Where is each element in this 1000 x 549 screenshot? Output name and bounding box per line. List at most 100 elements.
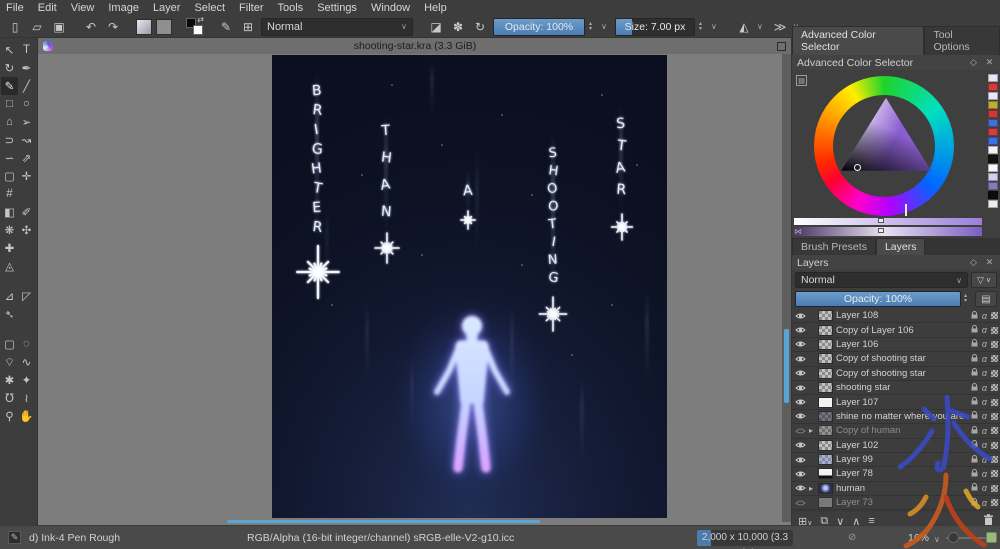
choose-brush-preset-icon[interactable]: ⊞ (239, 18, 257, 36)
pin-tool[interactable]: ➴ (1, 305, 18, 323)
canvas-vertical-scrollbar[interactable] (782, 54, 791, 522)
alpha-inherit-icon[interactable]: α (982, 397, 987, 407)
lock-icon[interactable] (971, 324, 978, 336)
text-tool[interactable]: T (18, 41, 35, 59)
alpha-lock-icon[interactable] (991, 470, 998, 477)
layer-thumbnail[interactable] (818, 310, 833, 321)
color-selector-settings-icon[interactable]: ▤ (796, 75, 807, 86)
redo-icon[interactable]: ↷ (104, 18, 122, 36)
color-history-swatch[interactable] (988, 83, 998, 91)
alpha-inherit-icon[interactable]: α (982, 354, 987, 364)
layer-thumbnail[interactable] (818, 497, 833, 508)
rect-select-tool[interactable]: ▢ (1, 335, 18, 353)
chevron-down-icon[interactable]: ∨ (757, 22, 767, 31)
layer-thumbnail[interactable] (818, 353, 833, 364)
alpha-inherit-icon[interactable]: α (982, 455, 987, 465)
float-docker-icon[interactable]: ◇ (968, 57, 979, 68)
layer-name[interactable]: Layer 107 (836, 397, 968, 408)
menu-help[interactable]: Help (424, 2, 447, 14)
freehand-select-tool[interactable]: ∿ (18, 353, 35, 371)
layer-name[interactable]: Copy of human (836, 425, 968, 436)
group-expand-icon[interactable]: ▸ (809, 484, 815, 493)
pattern-chooser[interactable] (156, 19, 172, 35)
menu-edit[interactable]: Edit (38, 2, 57, 14)
reload-original-icon[interactable]: ↻ (471, 18, 489, 36)
layer-row[interactable]: Layer 73α (792, 496, 1000, 510)
layer-name[interactable]: shine no matter where you are (836, 411, 968, 422)
close-docker-icon[interactable]: ✕ (984, 57, 995, 68)
layer-name[interactable]: human (836, 483, 968, 494)
layer-row[interactable]: Copy of Layer 106 α (792, 323, 1000, 337)
lock-icon[interactable] (971, 468, 978, 480)
menu-view[interactable]: View (71, 2, 95, 14)
layer-name[interactable]: Layer 108 (836, 310, 968, 321)
alpha-inherit-icon[interactable]: α (982, 440, 987, 450)
color-history-swatch[interactable] (988, 146, 998, 154)
ellipse-select-tool[interactable]: ◌ (18, 335, 35, 353)
layer-visibility-eye-icon[interactable] (794, 427, 806, 435)
freehand-brush-tool[interactable]: ✎ (1, 77, 18, 95)
alpha-lock-icon[interactable] (991, 355, 998, 362)
multibrush-tool[interactable]: ⇗ (18, 149, 35, 167)
rectangle-tool[interactable]: □ (1, 95, 18, 113)
brush-size-slider[interactable]: Size: 7.00 px (615, 18, 695, 36)
chevron-down-icon[interactable]: ∨ (934, 535, 940, 544)
polygon-tool[interactable]: ⌂ (1, 113, 18, 131)
layer-visibility-eye-icon[interactable] (794, 312, 806, 320)
shade-marker-top[interactable] (878, 218, 884, 223)
canvas-vertical-scrollbar-thumb[interactable] (784, 329, 789, 403)
alpha-lock-icon[interactable] (991, 399, 998, 406)
menu-layer[interactable]: Layer (153, 2, 181, 14)
layer-row[interactable]: Layer 78α (792, 467, 1000, 481)
alpha-lock-icon[interactable] (991, 499, 998, 506)
color-cursor[interactable] (854, 164, 861, 171)
hue-marker[interactable] (905, 204, 907, 216)
color-history-swatch[interactable] (988, 101, 998, 109)
alpha-inherit-icon[interactable]: α (982, 325, 987, 335)
polygon-select-tool[interactable]: ⌔ (1, 353, 18, 371)
layer-name[interactable]: Copy of shooting star (836, 353, 968, 364)
zoom-level[interactable]: 16% (908, 532, 929, 544)
layer-properties-button[interactable]: ▤ (975, 291, 997, 307)
color-history-swatch[interactable] (988, 173, 998, 181)
crop-tool[interactable]: # (1, 185, 18, 203)
layer-row[interactable]: shine no matter where you are α (792, 410, 1000, 424)
undo-icon[interactable]: ↶ (82, 18, 100, 36)
alpha-inherit-icon[interactable]: α (982, 411, 987, 421)
lock-icon[interactable] (971, 310, 978, 322)
alpha-lock-icon[interactable] (991, 370, 998, 377)
layer-row[interactable]: ▸ Copy of human α (792, 424, 1000, 438)
contiguous-select-tool[interactable]: ✦ (18, 371, 35, 389)
zoom-slider-handle[interactable] (948, 532, 959, 543)
menu-filter[interactable]: Filter (239, 2, 263, 14)
current-brush-icon[interactable]: ✎ (8, 531, 21, 544)
calligraphy-tool[interactable]: ✒ (18, 59, 35, 77)
alpha-inherit-icon[interactable]: α (982, 311, 987, 321)
tab-advanced-color-selector[interactable]: Advanced Color Selector (792, 26, 924, 55)
hue-ring[interactable] (814, 76, 954, 216)
float-docker-icon[interactable]: ◇ (968, 257, 979, 268)
lock-icon[interactable] (971, 482, 978, 494)
layer-visibility-eye-icon[interactable] (794, 369, 806, 377)
opacity-spinner[interactable]: ▴▾ (589, 22, 597, 32)
layer-name[interactable]: Copy of Layer 106 (836, 325, 968, 336)
select-shapes-tool[interactable]: ↖ (1, 41, 18, 59)
layer-visibility-eye-icon[interactable] (794, 441, 806, 449)
fit-image-icon[interactable] (986, 532, 997, 543)
tab-tool-options[interactable]: Tool Options (924, 26, 1000, 55)
measure-tool[interactable]: ⊿ (1, 287, 18, 305)
alpha-inherit-icon[interactable]: α (982, 426, 987, 436)
new-document-icon[interactable]: ▯ (6, 18, 24, 36)
group-expand-icon[interactable]: ▸ (809, 426, 815, 435)
lock-icon[interactable] (971, 439, 978, 451)
image-dimensions-badge[interactable]: 2,000 x 10,000 (3.3 GiB) (697, 530, 793, 546)
menu-image[interactable]: Image (108, 2, 139, 14)
size-spinner[interactable]: ▴▾ (699, 22, 707, 32)
layer-visibility-eye-icon[interactable] (794, 470, 806, 478)
lock-icon[interactable] (971, 425, 978, 437)
shade-strip-light[interactable] (794, 218, 982, 225)
chevron-down-icon[interactable]: ∨ (711, 22, 721, 31)
layer-name[interactable]: Copy of shooting star (836, 368, 968, 379)
menu-tools[interactable]: Tools (278, 2, 304, 14)
alpha-lock-icon[interactable] (991, 485, 998, 492)
